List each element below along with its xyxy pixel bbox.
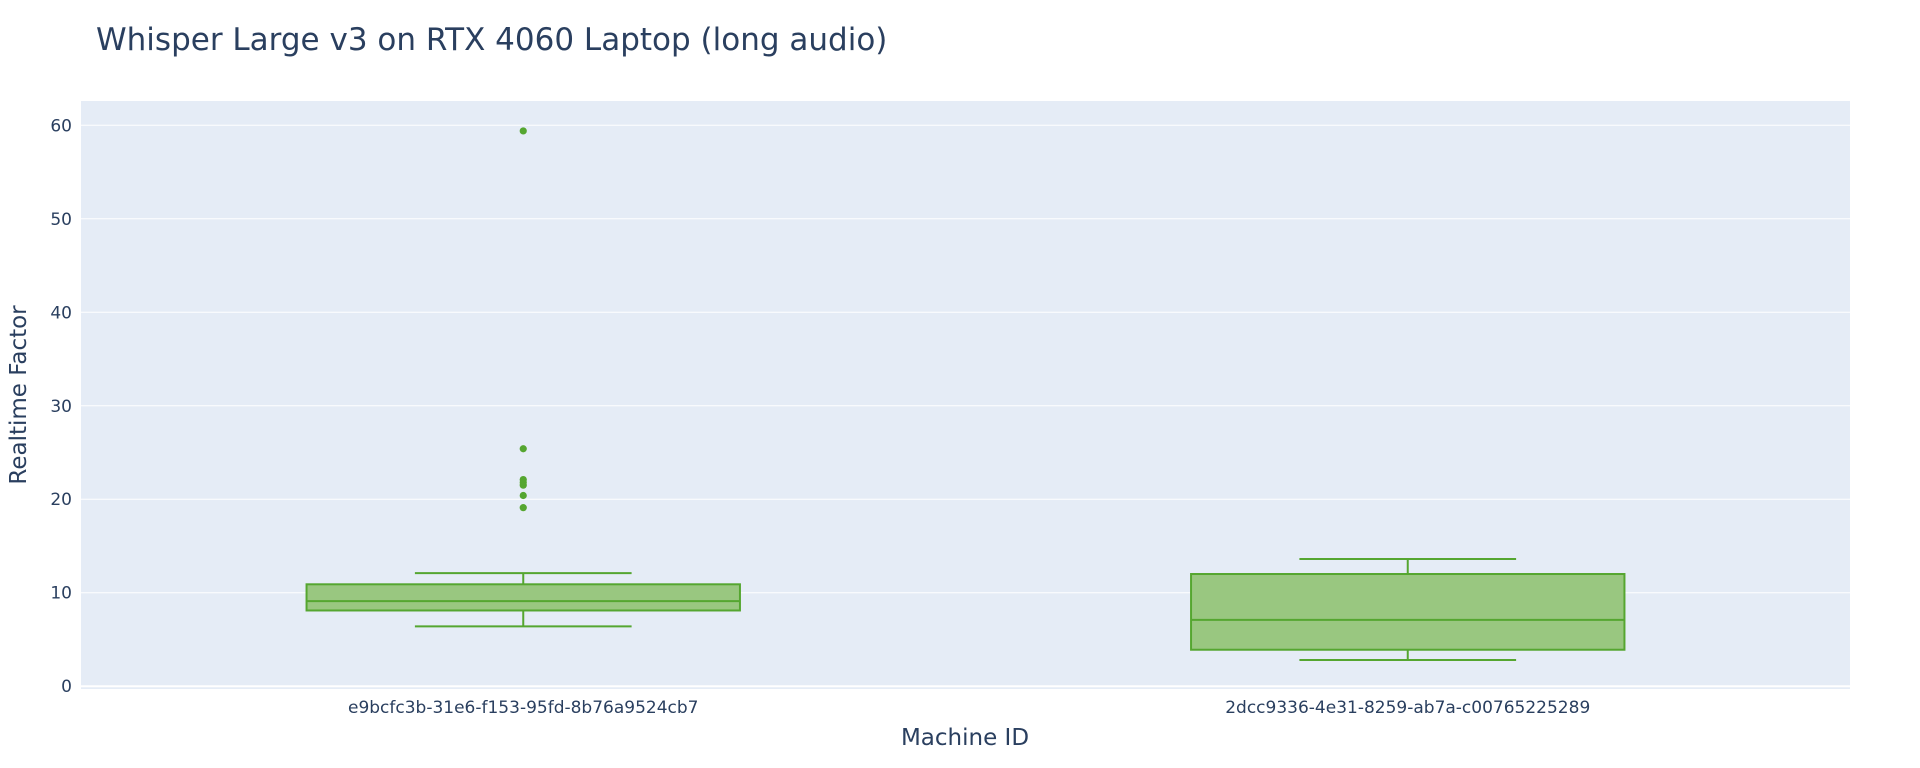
iqr-box xyxy=(305,583,741,612)
outlier-point xyxy=(519,127,527,135)
x-tick-label: 2dcc9336-4e31-8259-ab7a-c00765225289 xyxy=(1225,698,1590,718)
y-tick-label: 0 xyxy=(61,677,72,697)
y-tick-label: 50 xyxy=(50,210,72,230)
x-axis-title: Machine ID xyxy=(901,725,1029,751)
y-tick-label: 20 xyxy=(50,490,72,510)
y-axis-ticks: 0 10 20 30 40 50 60 xyxy=(50,116,72,697)
y-axis-title: Realtime Factor xyxy=(6,305,32,485)
outlier-point xyxy=(519,491,527,500)
box-plot-chart: Whisper Large v3 on RTX 4060 Laptop (lon… xyxy=(6,22,1850,751)
y-tick-label: 10 xyxy=(50,584,72,604)
chart-title: Whisper Large v3 on RTX 4060 Laptop (lon… xyxy=(96,22,887,58)
outlier-point xyxy=(519,445,527,453)
iqr-box xyxy=(1190,573,1626,651)
x-axis-ticks: e9bcfc3b-31e6-f153-95fd-8b76a9524cb7 2dcc… xyxy=(348,698,1590,718)
box-item xyxy=(1190,558,1626,662)
y-tick-label: 30 xyxy=(50,397,72,417)
x-tick-label: e9bcfc3b-31e6-f153-95fd-8b76a9524cb7 xyxy=(348,698,699,718)
y-tick-label: 40 xyxy=(50,303,72,323)
outlier-point xyxy=(519,504,527,512)
y-tick-label: 60 xyxy=(50,116,72,136)
outlier-point xyxy=(519,481,527,489)
